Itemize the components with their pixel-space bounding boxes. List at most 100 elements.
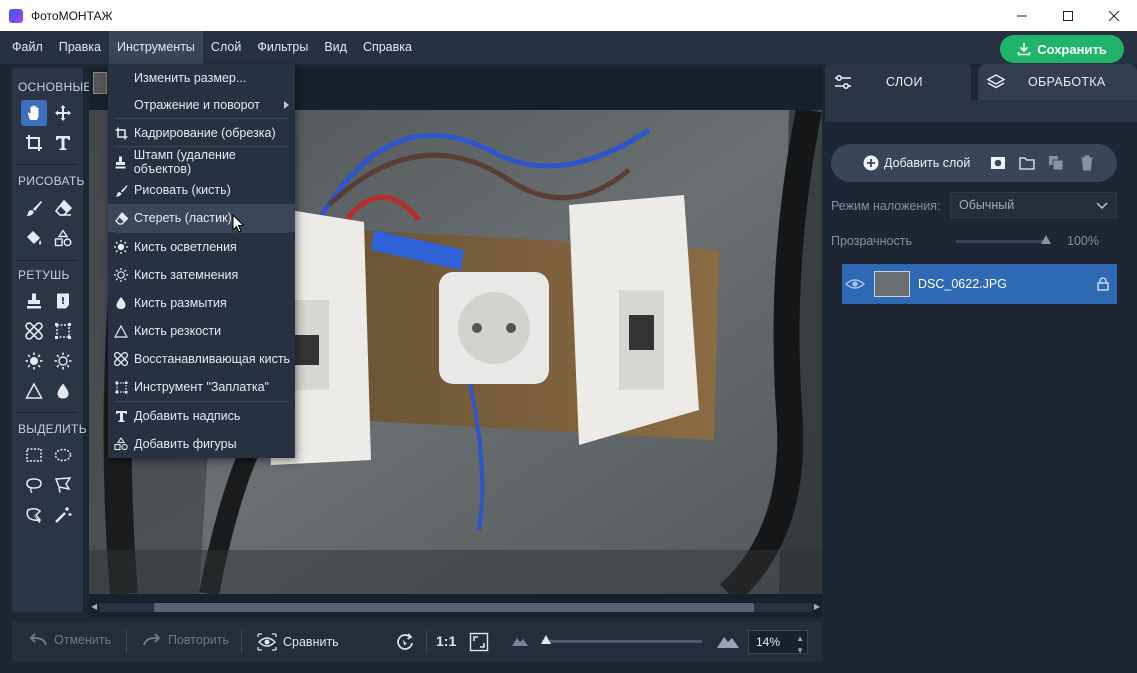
tab-processing[interactable]: ОБРАБОТКА xyxy=(978,64,1137,100)
menu-file[interactable]: Файл xyxy=(0,31,51,64)
redo-button[interactable]: Повторить xyxy=(142,633,229,647)
maximize-button[interactable] xyxy=(1045,0,1091,31)
menu-item-blur[interactable]: Кисть размытия xyxy=(108,289,295,317)
menu-item-darken[interactable]: Кисть затемнения xyxy=(108,261,295,289)
section-title-retouch: РЕТУШЬ xyxy=(18,268,70,282)
opacity-value[interactable]: 100% xyxy=(1067,234,1099,248)
menu-item-label: Кисть затемнения xyxy=(134,268,239,282)
zoom-one-to-one-button[interactable]: 1:1 xyxy=(436,633,456,649)
menu-filters[interactable]: Фильтры xyxy=(249,31,316,64)
restore-brush-tool[interactable] xyxy=(21,318,47,344)
menu-view[interactable]: Вид xyxy=(316,31,355,64)
fill-tool[interactable] xyxy=(21,225,47,251)
hand-tool[interactable] xyxy=(21,100,47,126)
scroll-left-icon[interactable]: ◀ xyxy=(91,602,97,611)
sharpen-tool[interactable] xyxy=(21,378,47,404)
bottom-divider xyxy=(126,630,127,654)
magic-wand-tool[interactable] xyxy=(50,502,76,528)
menu-item-sharpen[interactable]: Кисть резкости xyxy=(108,317,295,345)
menu-item-restore-brush[interactable]: Восстанавливающая кисть xyxy=(108,345,295,373)
lighten-icon xyxy=(25,352,43,370)
opacity-label: Прозрачность xyxy=(831,234,912,248)
layer-thumbnail xyxy=(874,271,910,297)
lock-icon[interactable] xyxy=(1097,277,1109,291)
zoom-slider-knob[interactable] xyxy=(541,635,551,644)
opacity-slider[interactable] xyxy=(956,240,1048,243)
fit-screen-button[interactable] xyxy=(469,632,489,655)
menu-tools[interactable]: Инструменты xyxy=(108,31,203,64)
stamp-tool[interactable] xyxy=(21,288,47,314)
blur-icon xyxy=(57,383,69,399)
crop-tool[interactable] xyxy=(21,130,47,156)
close-button[interactable] xyxy=(1091,0,1137,31)
zoom-slider[interactable] xyxy=(542,640,702,643)
undo-button[interactable]: Отменить xyxy=(28,633,111,647)
magnetic-lasso-tool[interactable] xyxy=(21,502,47,528)
toolbar-divider xyxy=(17,412,77,413)
shapes-icon xyxy=(114,437,128,451)
move-tool[interactable] xyxy=(50,100,76,126)
open-folder-button[interactable] xyxy=(1019,155,1035,171)
menu-item-add-shapes[interactable]: Добавить фигуры xyxy=(108,430,295,458)
eraser-tool[interactable] xyxy=(50,195,76,221)
patch-tool[interactable] xyxy=(50,318,76,344)
polygon-lasso-tool[interactable] xyxy=(50,472,76,498)
eraser-icon xyxy=(114,211,128,225)
menu-help[interactable]: Справка xyxy=(355,31,420,64)
app-logo-icon xyxy=(9,8,23,23)
add-layer-button[interactable]: Добавить слой xyxy=(863,155,970,171)
menu-item-flip-rotate[interactable]: Отражение и поворот xyxy=(108,91,295,119)
blur-tool[interactable] xyxy=(50,378,76,404)
text-tool[interactable] xyxy=(50,130,76,156)
menu-item-eraser[interactable]: Стереть (ластик) xyxy=(108,204,295,232)
menu-layer[interactable]: Слой xyxy=(203,31,249,64)
stamp-icon xyxy=(115,156,126,168)
compare-button[interactable]: Сравнить xyxy=(257,633,339,651)
tab-layers[interactable]: СЛОИ xyxy=(825,64,971,100)
right-panel: СЛОИ ОБРАБОТКА Добавить слой Режим налож… xyxy=(825,64,1137,668)
menu-item-stamp[interactable]: Штамп (удаление объектов) xyxy=(108,148,295,176)
menu-item-patch[interactable]: Инструмент "Заплатка" xyxy=(108,373,295,401)
duplicate-layer-button[interactable] xyxy=(1048,155,1064,171)
menu-item-resize[interactable]: Изменить размер... xyxy=(108,64,295,92)
bottom-divider xyxy=(426,630,427,654)
menu-edit[interactable]: Правка xyxy=(51,31,109,64)
zoom-out-icon[interactable] xyxy=(511,634,529,651)
menu-item-crop[interactable]: Кадрирование (обрезка) xyxy=(108,119,295,147)
patch-icon xyxy=(115,381,127,393)
shapes-tool[interactable] xyxy=(50,225,76,251)
lighten-tool[interactable] xyxy=(21,348,47,374)
darken-tool[interactable] xyxy=(50,348,76,374)
blur-icon xyxy=(116,297,126,309)
lasso-tool[interactable] xyxy=(21,472,47,498)
document-tab-thumbnail[interactable] xyxy=(93,72,107,94)
scrollbar-thumb[interactable] xyxy=(154,603,754,612)
horizontal-scrollbar[interactable]: ◀ ▶ xyxy=(89,600,822,614)
zoom-field[interactable]: 14% ▲ ▼ xyxy=(748,630,808,655)
visibility-eye-icon[interactable] xyxy=(845,277,865,291)
ellipse-select-tool[interactable] xyxy=(50,442,76,468)
blend-mode-select[interactable]: Обычный xyxy=(950,192,1117,218)
window-controls xyxy=(999,0,1137,31)
rotate-button[interactable] xyxy=(395,632,415,655)
zoom-in-icon[interactable] xyxy=(716,632,740,653)
layer-row[interactable]: DSC_0622.JPG xyxy=(842,264,1117,304)
window-title: ФотоМОНТАЖ xyxy=(31,8,113,23)
healing-tool[interactable]: ! xyxy=(50,288,76,314)
zoom-down-icon[interactable]: ▼ xyxy=(796,640,804,662)
brush-tool[interactable] xyxy=(21,195,47,221)
layer-name: DSC_0622.JPG xyxy=(918,277,1007,291)
layers-stack-icon xyxy=(986,74,1006,89)
opacity-slider-knob[interactable] xyxy=(1041,235,1051,244)
menu-item-brush[interactable]: Рисовать (кисть) xyxy=(108,176,295,204)
menu-item-add-text[interactable]: Добавить надпись xyxy=(108,402,295,430)
mask-button[interactable] xyxy=(990,155,1006,171)
rect-select-tool[interactable] xyxy=(21,442,47,468)
scroll-right-icon[interactable]: ▶ xyxy=(814,602,820,611)
patch-icon xyxy=(55,323,71,339)
delete-layer-button[interactable] xyxy=(1079,155,1095,171)
menu-item-lighten[interactable]: Кисть осветления xyxy=(108,233,295,261)
save-button[interactable]: Сохранить xyxy=(1000,35,1124,63)
bottom-bar: Отменить Повторить Сравнить 1:1 14% ▲ ▼ xyxy=(12,622,822,662)
minimize-button[interactable] xyxy=(999,0,1045,31)
